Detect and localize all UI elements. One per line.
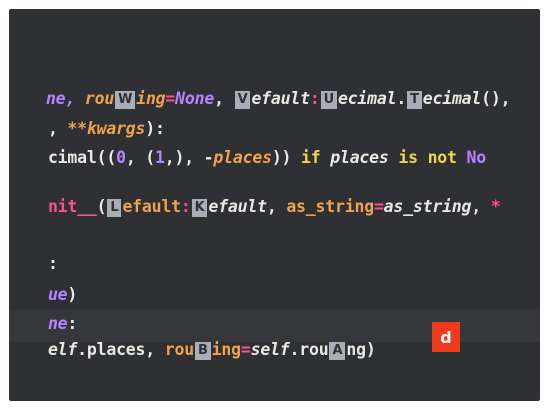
token: )) (271, 148, 302, 167)
token: None (175, 89, 215, 108)
token: ( (96, 197, 107, 216)
token: = (165, 89, 176, 108)
token: rou (164, 340, 194, 359)
token: = (373, 197, 384, 216)
token: cimal(( (47, 148, 117, 167)
token: * (490, 197, 501, 216)
jump-hint-t[interactable]: T (407, 91, 422, 109)
token: as_string (383, 197, 472, 216)
token: if (301, 148, 321, 167)
token: .rou (289, 340, 329, 359)
jump-hint-a[interactable]: A (329, 342, 346, 360)
token: nit__ (47, 197, 97, 216)
token: 0 (116, 148, 126, 167)
token: places (320, 148, 399, 167)
token: , (471, 197, 491, 216)
token: () (481, 89, 501, 108)
token: , (500, 89, 511, 108)
token: 1 (155, 148, 165, 167)
token: ,), - (164, 148, 214, 167)
token: as_string (286, 197, 374, 216)
token: , (266, 197, 287, 216)
token: . (396, 89, 407, 108)
token: efault (208, 197, 267, 216)
jump-hint-u[interactable]: U (320, 91, 337, 109)
token: places (213, 148, 272, 167)
token: elf (47, 340, 78, 359)
active-jump-hint[interactable]: d (432, 322, 460, 352)
jump-hint-l[interactable]: L (107, 199, 122, 217)
jump-hint-k[interactable]: K (191, 199, 208, 217)
code-line-4: nit__(Lefault: Kefault, as_string=as_stri… (9, 178, 501, 236)
token: ng) (346, 340, 376, 359)
token: , (214, 89, 234, 108)
token: efault (122, 197, 181, 216)
jump-hint-v[interactable]: V (234, 91, 251, 109)
code-line-8: elf.places, rou Bing=self.rou Ang) (9, 321, 376, 379)
token: ing (211, 340, 241, 359)
token: is not (398, 148, 457, 167)
token: , ( (125, 148, 156, 167)
token: ecimal (422, 89, 482, 108)
token: efault (251, 89, 310, 108)
token: self (250, 340, 290, 359)
token: .places, (77, 340, 165, 359)
token: : (180, 197, 191, 216)
token: No (456, 148, 487, 167)
editor-viewport[interactable]: ne, rou Wing=None, Vefault: Uecimal. Tecima… (9, 9, 540, 401)
jump-hint-b[interactable]: B (194, 342, 211, 360)
token: : (309, 89, 320, 108)
token: = (240, 340, 251, 359)
token: ecimal (337, 89, 397, 108)
